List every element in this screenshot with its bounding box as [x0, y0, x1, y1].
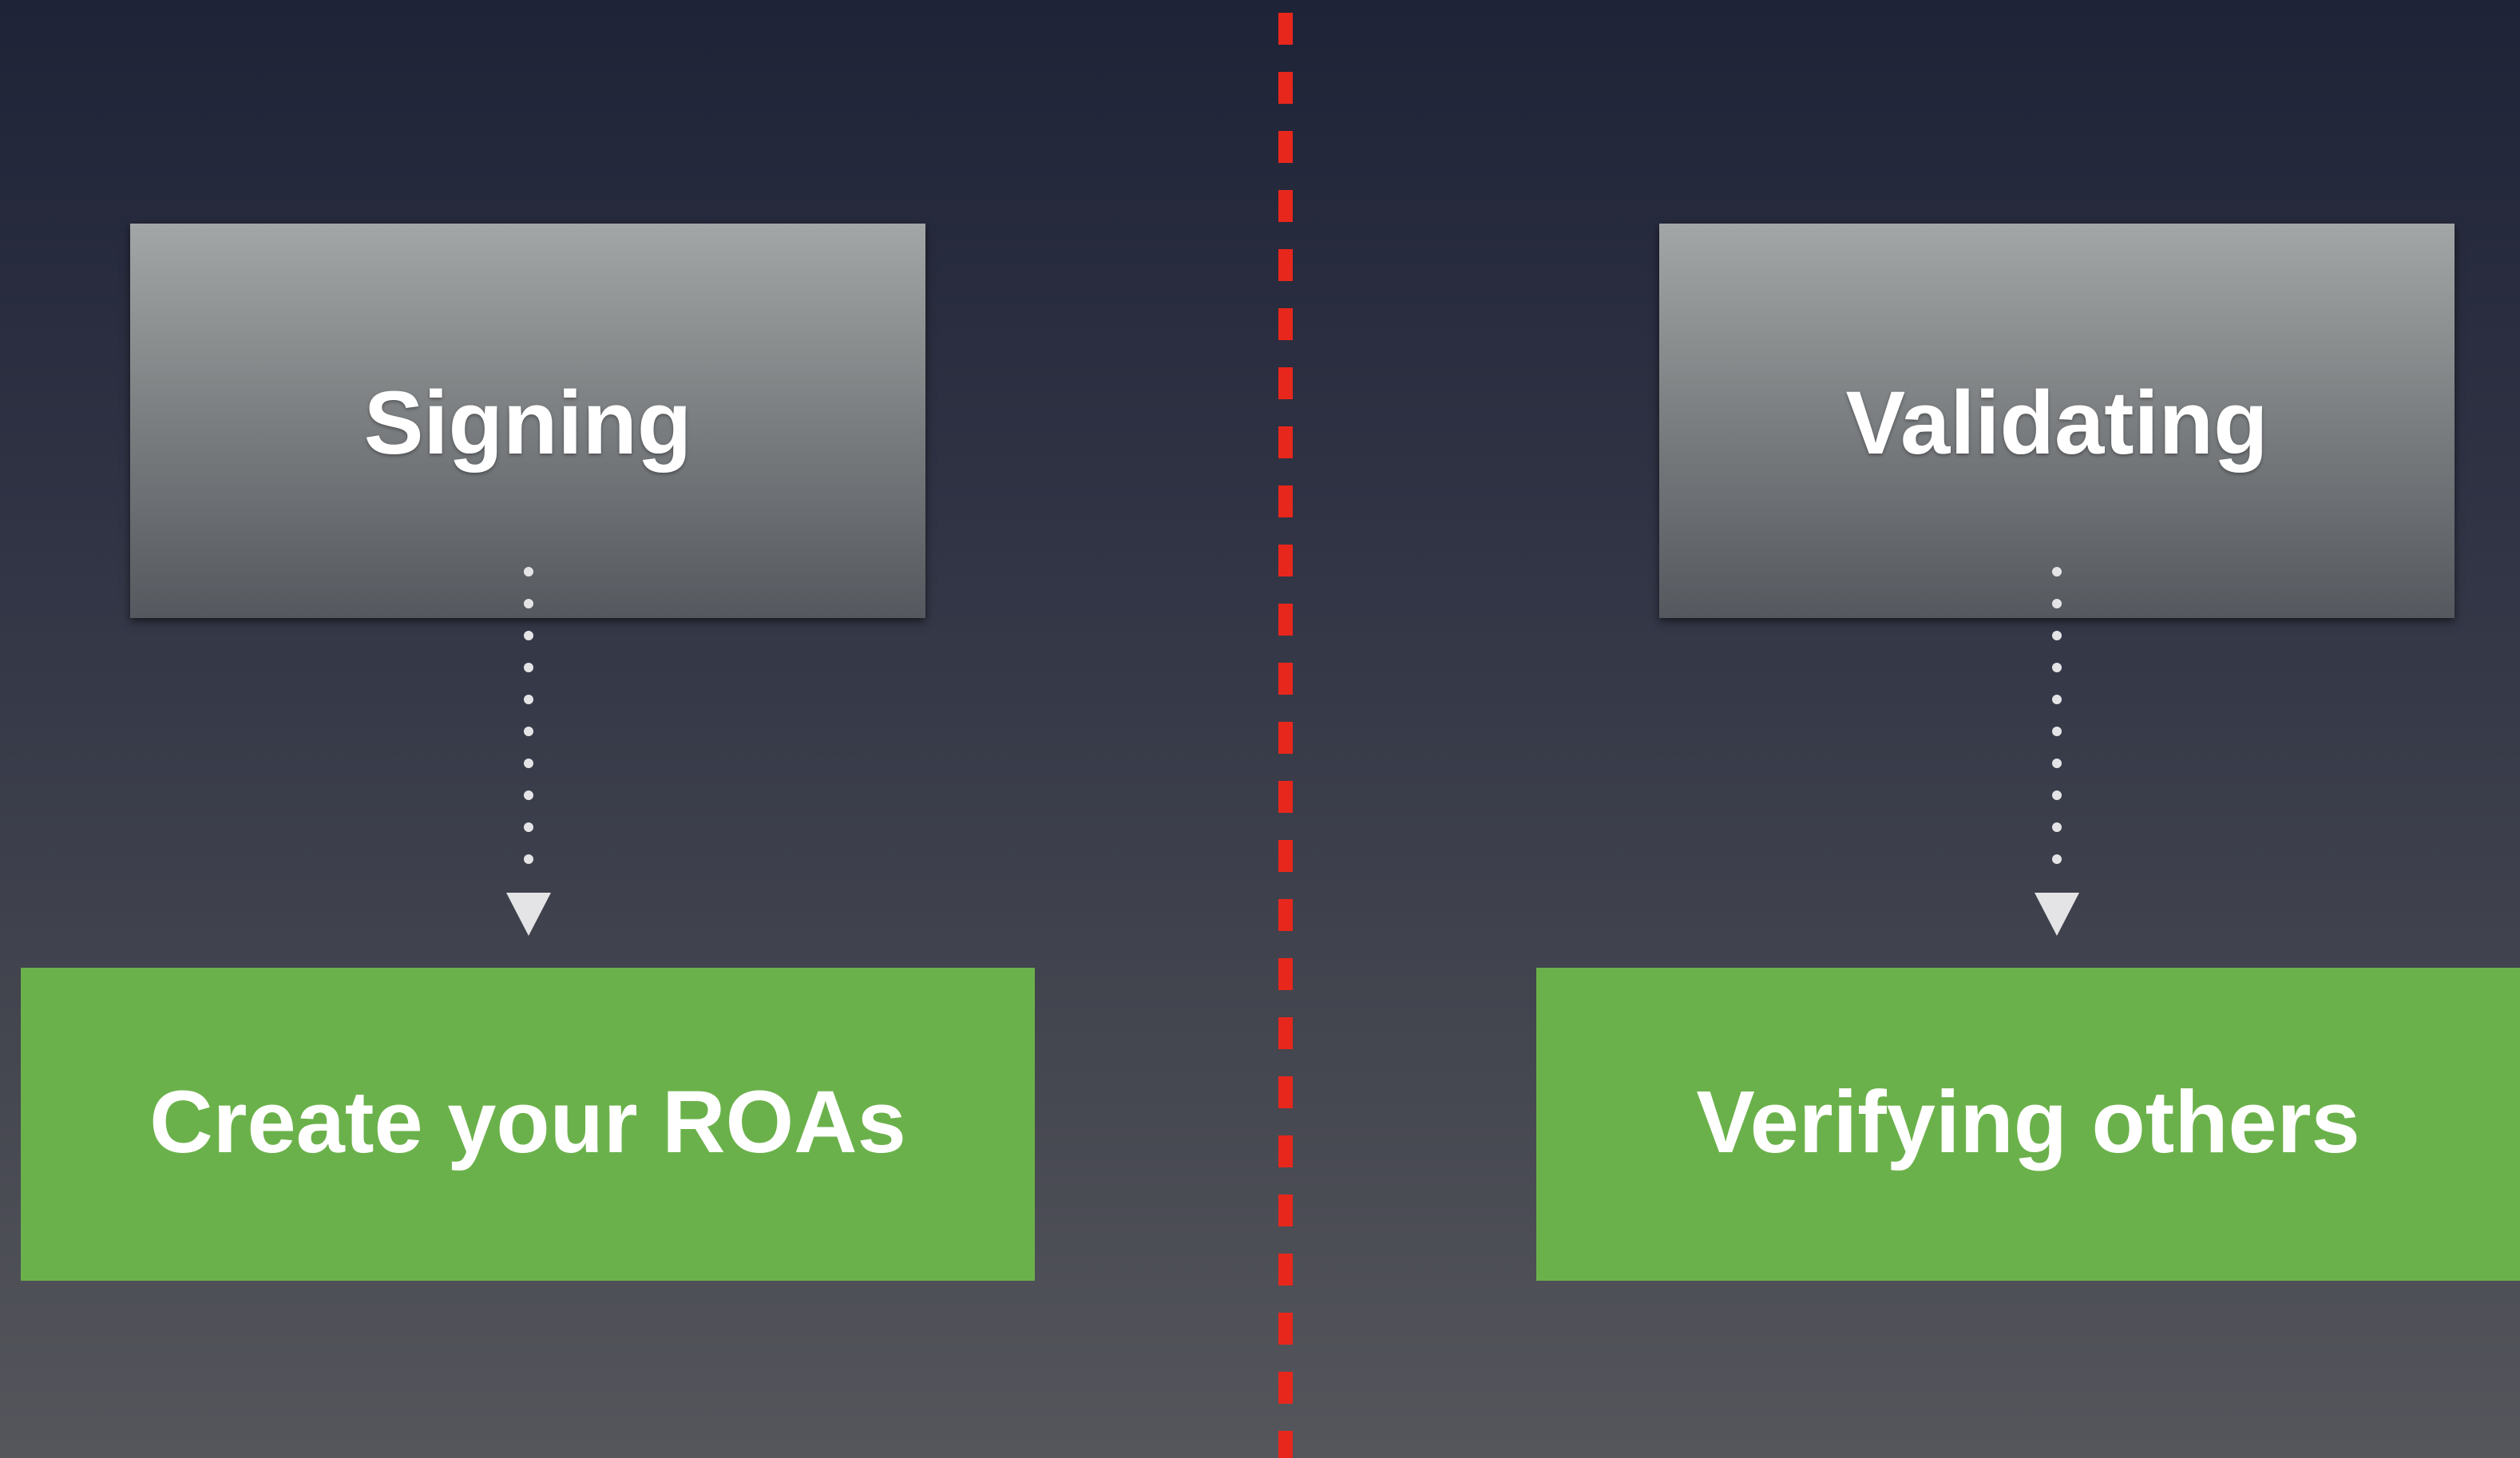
create-roas-label: Create your ROAs: [149, 1073, 906, 1171]
dotted-arrow-left: [506, 567, 551, 936]
validating-label: Validating: [1845, 373, 2268, 473]
signing-label: Signing: [363, 373, 692, 473]
red-dashed-divider: [1278, 13, 1293, 1458]
verifying-others-label: Verifying others: [1696, 1073, 2360, 1171]
create-roas-box: Create your ROAs: [21, 968, 1035, 1281]
verifying-others-box: Verifying others: [1536, 968, 2520, 1281]
dotted-arrow-right: [2035, 567, 2079, 936]
